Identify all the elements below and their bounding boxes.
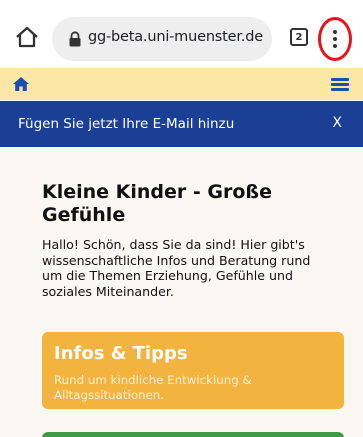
- address-bar[interactable]: gg-beta.uni-muenster.de: [52, 17, 272, 61]
- site-navbar: [0, 68, 363, 100]
- card-title: Infos & Tipps: [54, 343, 188, 364]
- hamburger-menu-icon[interactable]: [331, 78, 349, 91]
- intro-text: Hallo! Schön, dass Sie da sind! Hier gib…: [42, 237, 311, 299]
- lock-icon: [69, 31, 81, 47]
- main-content: Kleine Kinder - Große Gefühle Hallo! Sch…: [0, 147, 363, 437]
- browser-menu-button[interactable]: [318, 17, 352, 61]
- url-text: gg-beta.uni-muenster.de: [88, 29, 263, 45]
- page-title: Kleine Kinder - Große Gefühle: [42, 181, 272, 226]
- menu-dot-icon: [333, 30, 337, 34]
- home-icon[interactable]: [14, 24, 40, 50]
- site-home-icon[interactable]: [12, 76, 30, 92]
- card-subtitle: Rund um kindliche Entwicklung & Alltagss…: [54, 373, 252, 402]
- email-banner[interactable]: Fügen Sie jetzt Ihre E-Mail hinzu X: [0, 101, 363, 147]
- banner-close-button[interactable]: X: [332, 115, 342, 131]
- menu-dot-icon: [333, 44, 337, 48]
- browser-toolbar: gg-beta.uni-muenster.de 2: [0, 0, 363, 68]
- menu-dot-icon: [333, 37, 337, 41]
- next-card[interactable]: [42, 432, 344, 437]
- banner-text: Fügen Sie jetzt Ihre E-Mail hinzu: [18, 116, 235, 132]
- infos-tipps-card[interactable]: Infos & Tipps Rund um kindliche Entwickl…: [42, 332, 344, 409]
- tab-switcher-button[interactable]: 2: [290, 28, 308, 46]
